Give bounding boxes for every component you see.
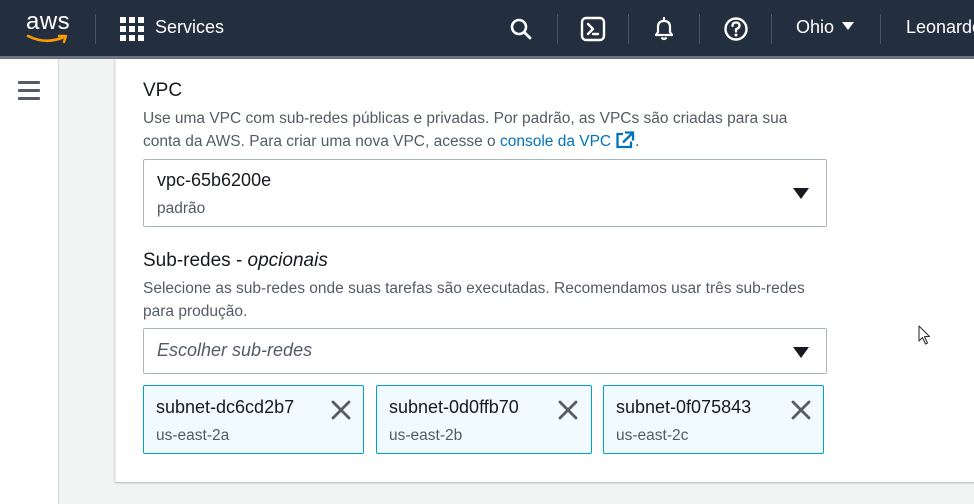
- vpc-selected-description: padrão: [157, 200, 206, 217]
- region-selector[interactable]: Ohio: [796, 17, 855, 38]
- subnet-token-zone: us-east-2a: [156, 427, 230, 444]
- nav-separator: [699, 14, 700, 44]
- external-link-icon: [616, 131, 635, 149]
- subnets-description: Selecione as sub-redes onde suas tarefas…: [143, 280, 805, 320]
- cloudshell-icon[interactable]: [578, 14, 608, 44]
- subnets-placeholder: Escolher sub-redes: [157, 340, 313, 360]
- nav-separator: [771, 14, 772, 44]
- subnet-token: subnet-0d0ffb70 us-east-2b: [376, 385, 592, 454]
- top-navigation: aws Services Ohio Leonard: [0, 0, 974, 59]
- nav-separator: [557, 14, 558, 44]
- services-menu-button[interactable]: Services: [155, 17, 224, 38]
- account-menu[interactable]: Leonardo: [906, 17, 974, 38]
- help-icon[interactable]: [721, 14, 751, 44]
- vpc-console-link-text: console da VPC: [499, 133, 612, 150]
- region-label: Ohio: [796, 17, 835, 37]
- search-icon[interactable]: [506, 14, 536, 44]
- subnet-token-zone: us-east-2c: [616, 427, 689, 444]
- nav-separator: [880, 14, 881, 44]
- caret-down-icon: [842, 22, 855, 31]
- aws-smile-icon: [26, 34, 68, 44]
- subnet-token: subnet-0f075843 us-east-2c: [603, 385, 824, 454]
- subnets-label-main: Sub-redes -: [143, 250, 248, 271]
- subnet-token-name: subnet-0d0ffb70: [389, 397, 519, 417]
- bell-icon[interactable]: [649, 14, 679, 44]
- menu-icon[interactable]: [18, 81, 40, 105]
- subnet-token-name: subnet-dc6cd2b7: [156, 397, 295, 417]
- caret-down-icon: [793, 347, 809, 358]
- subnets-label-optional: opcionais: [247, 250, 328, 271]
- subnets-label: Sub-redes - opcionais: [143, 250, 328, 272]
- remove-token-icon[interactable]: [557, 399, 579, 421]
- subnets-select[interactable]: Escolher sub-redes: [143, 328, 827, 374]
- remove-token-icon[interactable]: [790, 399, 812, 421]
- subnet-token-zone: us-east-2b: [389, 427, 463, 444]
- vpc-description: Use uma VPC com sub-redes públicas e pri…: [143, 107, 828, 153]
- vpc-description-text: Use uma VPC com sub-redes públicas e pri…: [143, 110, 788, 150]
- services-grid-icon[interactable]: [120, 17, 144, 41]
- subnet-token: subnet-dc6cd2b7 us-east-2a: [143, 385, 364, 454]
- vpc-label: VPC: [143, 80, 183, 101]
- side-navigation: [0, 59, 59, 504]
- vpc-console-link[interactable]: console da VPC: [499, 131, 635, 150]
- nav-separator: [95, 14, 96, 44]
- caret-down-icon: [793, 188, 809, 199]
- aws-logo[interactable]: aws: [22, 8, 74, 46]
- nav-separator: [628, 14, 629, 44]
- vpc-select[interactable]: vpc-65b6200e padrão: [143, 159, 827, 227]
- aws-logo-text: aws: [26, 8, 71, 35]
- vpc-description-end: .: [635, 133, 640, 150]
- vpc-selected-value: vpc-65b6200e: [157, 170, 272, 190]
- remove-token-icon[interactable]: [330, 399, 352, 421]
- mouse-cursor-icon: [918, 325, 931, 345]
- subnet-token-name: subnet-0f075843: [616, 397, 752, 417]
